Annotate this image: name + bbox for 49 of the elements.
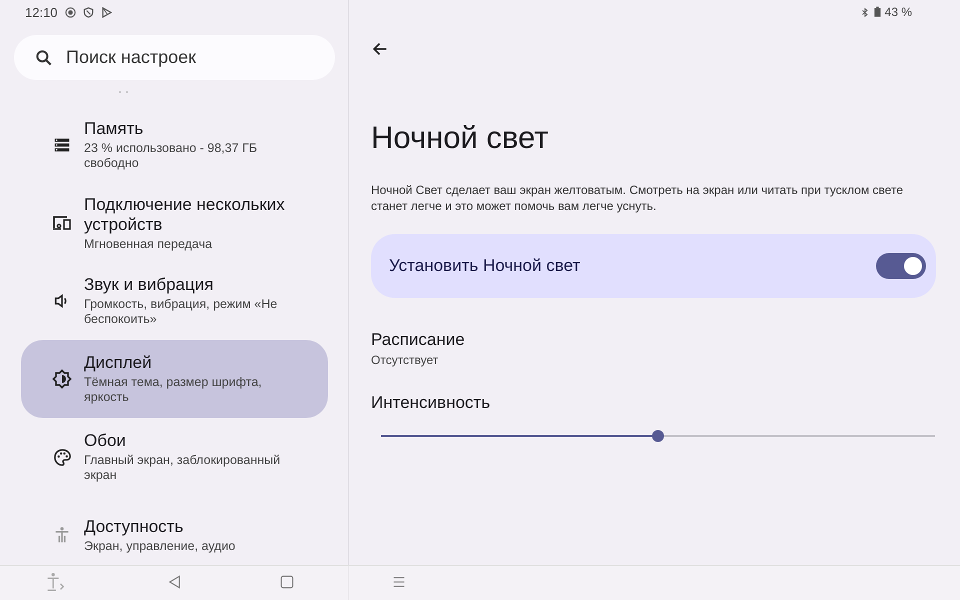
item-title: Звук и вибрация bbox=[84, 275, 214, 295]
item-subtitle: Мгновенная передача bbox=[84, 236, 214, 252]
record-icon bbox=[64, 6, 76, 18]
search-input[interactable]: Поиск настроек bbox=[64, 46, 308, 69]
schedule-setting[interactable]: Расписание Отсутствует bbox=[371, 330, 936, 367]
item-subtitle: Тёмная тема, размер шрифта, яркость bbox=[84, 375, 263, 405]
intensity-slider[interactable] bbox=[381, 430, 935, 442]
settings-item[interactable]: Звук и вибрация Громкость, вибрация, режим «Не беспокоить» bbox=[21, 262, 328, 340]
item-subtitle: Громкость, вибрация, режим «Не беспокоить» bbox=[84, 297, 278, 327]
slider-thumb[interactable] bbox=[652, 430, 664, 442]
scroll-dots-icon bbox=[118, 90, 130, 94]
toggle-switch[interactable] bbox=[876, 253, 926, 279]
storage-icon bbox=[53, 136, 71, 154]
palette-icon bbox=[52, 448, 72, 466]
status-time: 12:10 bbox=[25, 4, 58, 20]
settings-item[interactable]: Дисплей Тёмная тема, размер шрифта, яркость bbox=[21, 340, 328, 418]
back-nav-icon[interactable] bbox=[168, 575, 182, 589]
settings-item[interactable]: Память 23 % использовано - 98,37 ГБ свободно bbox=[21, 106, 328, 184]
main-switch-card[interactable]: Установить Ночной свет bbox=[371, 234, 936, 298]
devices-icon bbox=[52, 213, 72, 233]
item-title: Обои bbox=[84, 431, 127, 451]
search-field[interactable]: Поиск настроек bbox=[14, 35, 335, 80]
schedule-label: Расписание bbox=[371, 330, 466, 350]
home-nav-icon[interactable] bbox=[280, 575, 294, 589]
accessibility-icon bbox=[53, 526, 71, 544]
settings-item[interactable]: Доступность Экран, управление, аудио bbox=[21, 496, 328, 574]
main-switch-label: Установить Ночной свет bbox=[389, 256, 580, 276]
page-title: Ночной свет bbox=[371, 120, 550, 156]
shield-icon bbox=[82, 6, 94, 18]
item-title: Дисплей bbox=[84, 353, 153, 373]
play-icon bbox=[100, 6, 112, 18]
search-icon bbox=[34, 48, 54, 68]
intensity-label: Интенсивность bbox=[371, 393, 492, 413]
brightness-icon bbox=[52, 369, 72, 389]
battery-percent: 43 % bbox=[884, 5, 912, 19]
settings-item[interactable]: Подключение нескольких устройств Мгновенная передача bbox=[21, 184, 328, 262]
item-subtitle: 23 % использовано - 98,37 ГБ свободно bbox=[84, 141, 258, 171]
bluetooth-icon bbox=[860, 6, 870, 18]
battery-icon bbox=[874, 6, 881, 18]
back-arrow-icon[interactable] bbox=[371, 40, 389, 58]
item-subtitle: Главный экран, заблокированный экран bbox=[84, 453, 282, 483]
settings-item[interactable]: Обои Главный экран, заблокированный экран bbox=[21, 418, 328, 496]
item-title: Подключение нескольких устройств bbox=[84, 194, 286, 234]
item-title: Доступность bbox=[84, 516, 184, 536]
menu-nav-icon[interactable] bbox=[392, 575, 406, 589]
page-description: Ночной Свет сделает ваш экран желтоватым. Смотреть на экран или читать при тусклом свете станет легче и это может помочь вам легче уснуть. bbox=[371, 182, 904, 214]
schedule-value: Отсутствует bbox=[371, 353, 440, 367]
item-title: Память bbox=[84, 119, 144, 139]
item-subtitle: Экран, управление, аудио bbox=[84, 538, 236, 554]
